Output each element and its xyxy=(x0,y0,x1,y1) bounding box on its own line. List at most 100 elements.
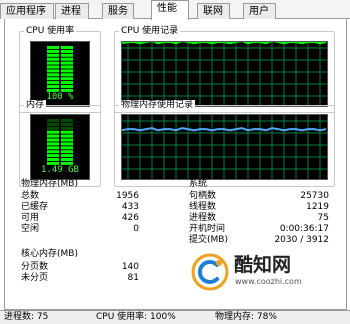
cpu-history-graph xyxy=(121,39,328,107)
cpu-meter-segment xyxy=(47,46,59,49)
memory-meter-segment xyxy=(61,154,73,158)
cpu-usage-meter: 100 % xyxy=(30,41,90,107)
memory-history-series-line xyxy=(121,127,327,132)
cpu-meter-segment xyxy=(47,81,59,85)
stat-key: 空闲 xyxy=(21,224,40,234)
memory-meter-segment xyxy=(61,150,73,154)
stat-key: 开机时间 xyxy=(189,224,226,234)
stat-value: 0:00:36:17 xyxy=(279,224,329,234)
stat-key: 分页数 xyxy=(21,262,49,272)
memory-meter-segment xyxy=(47,119,59,122)
stat-value: 1956 xyxy=(116,191,139,201)
cpu-history-label: CPU 使用记录 xyxy=(119,26,181,37)
memory-meter-segment xyxy=(47,130,59,134)
memory-label: 内存 xyxy=(24,100,47,111)
memory-meter-segment xyxy=(61,126,73,130)
cpu-meter-segment xyxy=(61,53,73,57)
cpu-meter-segment xyxy=(61,73,73,77)
stat-row: 进程数 75 xyxy=(189,213,329,224)
memory-meter-segment xyxy=(47,154,59,158)
stat-value: 75 xyxy=(317,213,329,223)
tab-networking[interactable]: 联网 xyxy=(197,3,230,19)
stat-key: 句柄数 xyxy=(189,191,217,201)
memory-history-graph xyxy=(121,114,328,180)
tab-services[interactable]: 服务 xyxy=(102,3,134,19)
memory-meter-segment xyxy=(47,150,59,154)
stat-key: 总数 xyxy=(21,191,40,201)
cpu-meter-segment xyxy=(47,69,59,73)
stat-key: 提交(MB) xyxy=(189,235,228,245)
memory-meter-segment xyxy=(61,134,73,138)
cpu-meter-segment xyxy=(61,57,73,61)
stat-row: 线程数 1219 xyxy=(189,202,329,213)
status-cpu: CPU 使用率: 100% xyxy=(96,312,176,322)
memory-meter-segment xyxy=(61,158,73,161)
stat-value: 25730 xyxy=(300,191,329,201)
memory-meter-segment xyxy=(47,146,59,150)
stat-key: 已缓存 xyxy=(21,202,49,212)
cpu-meter-segment xyxy=(47,57,59,61)
site-watermark: 酷知网 www.coozhi.com xyxy=(186,250,346,294)
memory-value: 1.49 GB xyxy=(41,165,79,175)
tab-performance[interactable]: 性能 xyxy=(151,0,189,20)
cpu-meter-segment xyxy=(47,61,59,65)
cpu-meter-segment xyxy=(61,81,73,85)
stat-value: 2030 / 3912 xyxy=(274,235,329,245)
cpu-meter-segment xyxy=(47,77,59,81)
status-processes: 进程数: 75 xyxy=(4,312,49,322)
stat-row: 句柄数 25730 xyxy=(189,191,329,202)
cpu-meter-segment xyxy=(61,69,73,73)
stat-row: 提交(MB) 2030 / 3912 xyxy=(189,235,329,246)
cpu-meter-segment xyxy=(61,65,73,69)
stat-value: 81 xyxy=(127,273,139,283)
cpu-meter-segment xyxy=(47,85,59,88)
stat-value: 0 xyxy=(133,224,139,234)
watermark-brand: 酷知网 xyxy=(234,254,292,276)
status-memory: 物理内存: 78% xyxy=(215,312,277,322)
cpu-meter-segment xyxy=(61,49,73,53)
watermark-url: www.coozhi.com xyxy=(235,277,302,286)
memory-meter-segment xyxy=(47,126,59,130)
stat-row: 分页数 140 xyxy=(21,262,139,273)
tab-applications[interactable]: 应用程序 xyxy=(0,3,54,19)
stat-key: 未分页 xyxy=(21,273,49,283)
watermark-logo-icon xyxy=(191,253,229,291)
system-title: 系统 xyxy=(189,179,208,189)
memory-meter-segment xyxy=(61,146,73,150)
tab-bar: 应用程序 进程 服务 性能 联网 用户 xyxy=(0,0,350,20)
stat-row: 可用 426 xyxy=(21,213,139,224)
physical-memory-stats: 物理内存(MB) 总数 1956 已缓存 433 可用 426 空闲 0 xyxy=(21,179,139,243)
stat-value: 140 xyxy=(121,262,139,272)
memory-meter-segment xyxy=(61,122,73,126)
physical-memory-title: 物理内存(MB) xyxy=(21,179,78,189)
stat-value: 1219 xyxy=(306,202,329,212)
tab-users[interactable]: 用户 xyxy=(243,3,276,19)
stat-row: 已缓存 433 xyxy=(21,202,139,213)
memory-meter-segment xyxy=(47,138,59,142)
memory-meter-segment xyxy=(47,158,59,161)
system-stats: 系统 句柄数 25730 线程数 1219 进程数 75 开机时间 0:00:36:17… xyxy=(189,179,329,249)
stat-value: 426 xyxy=(121,213,139,223)
cpu-history-plot xyxy=(121,39,327,106)
stat-row: 未分页 81 xyxy=(21,273,139,284)
status-bar: 进程数: 75 CPU 使用率: 100% 物理内存: 78% xyxy=(0,310,350,324)
memory-meter-segment xyxy=(47,134,59,138)
cpu-meter-segment xyxy=(47,73,59,77)
cpu-usage-label: CPU 使用率 xyxy=(24,26,77,37)
memory-meter-segment xyxy=(61,138,73,142)
cpu-meter-segment xyxy=(61,85,73,88)
memory-meter-segment xyxy=(61,130,73,134)
stat-value: 433 xyxy=(121,202,139,212)
stat-row: 开机时间 0:00:36:17 xyxy=(189,224,329,235)
tab-processes[interactable]: 进程 xyxy=(55,3,89,19)
cpu-meter-segment xyxy=(61,46,73,49)
stat-row: 空闲 0 xyxy=(21,224,139,235)
memory-history-label: 物理内存使用记录 xyxy=(119,100,196,111)
stat-key: 进程数 xyxy=(189,213,217,223)
stat-row: 总数 1956 xyxy=(21,191,139,202)
kernel-memory-stats: 核心内存(MB) 分页数 140 未分页 81 xyxy=(21,249,139,285)
cpu-meter-segment xyxy=(47,49,59,53)
memory-meter-segment xyxy=(61,142,73,146)
memory-meter-segment xyxy=(47,142,59,146)
kernel-memory-title: 核心内存(MB) xyxy=(21,249,78,259)
